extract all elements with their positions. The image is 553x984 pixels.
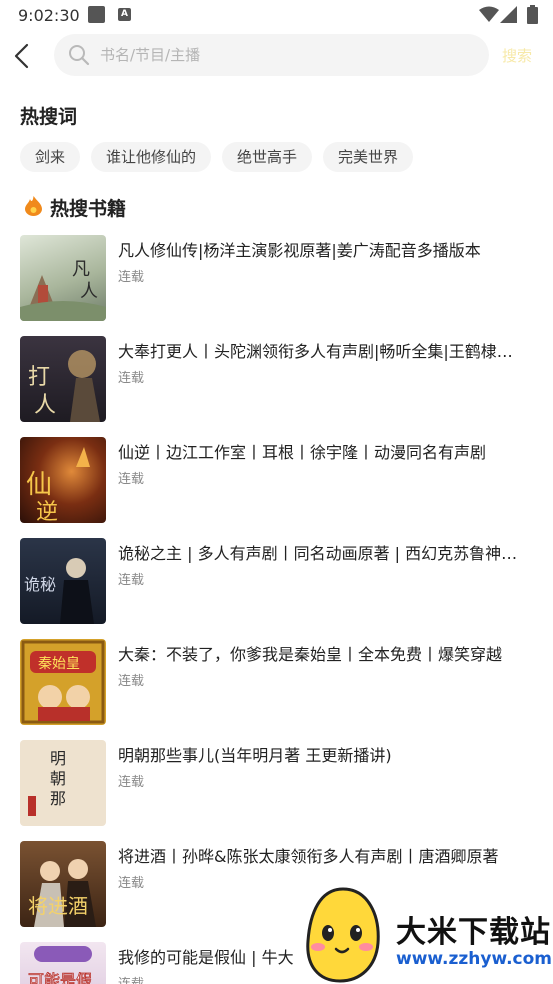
battery-icon [527, 5, 538, 24]
book-cover: 明 朝 那 [20, 740, 106, 826]
hot-word-tag[interactable]: 绝世高手 [222, 142, 313, 172]
hot-words-title: 热搜词 [20, 106, 78, 128]
book-item[interactable]: 诡秘 诡秘之主 | 多人有声剧丨同名动画原著 | 西幻克苏鲁神秘风格 连载 [0, 536, 553, 626]
book-item[interactable]: 仙 逆 仙逆丨边江工作室丨耳根丨徐宇隆丨动漫同名有声剧 连载 [0, 435, 553, 525]
book-title: 明朝那些事儿(当年明月著 王更新播讲) [118, 746, 392, 765]
svg-text:人: 人 [80, 281, 98, 302]
book-title: 仙逆丨边江工作室丨耳根丨徐宇隆丨动漫同名有声剧 [118, 443, 487, 462]
svg-text:那: 那 [50, 789, 66, 808]
hot-word-tag[interactable]: 谁让他修仙的 [91, 142, 212, 172]
book-cover: 秦始皇 [20, 639, 106, 725]
svg-text:朝: 朝 [50, 769, 66, 788]
svg-text:将进酒: 将进酒 [28, 894, 88, 918]
book-cover: 可能是假 [20, 942, 106, 984]
book-cover: 诡秘 [20, 538, 106, 624]
hot-words-tags: 剑来 谁让他修仙的 绝世高手 完美世界 [20, 142, 414, 172]
svg-text:可能是假: 可能是假 [28, 971, 92, 984]
svg-text:诡秘: 诡秘 [24, 575, 56, 594]
hot-books-title: 热搜书籍 [50, 198, 127, 220]
book-status: 连载 [118, 270, 145, 285]
book-title: 凡人修仙传|杨洋主演影视原著|姜广涛配音多播版本 [118, 241, 481, 260]
book-item[interactable]: 凡 人 凡人修仙传|杨洋主演影视原著|姜广涛配音多播版本 连载 [0, 233, 553, 323]
svg-text:逆: 逆 [36, 500, 58, 523]
svg-text:凡: 凡 [72, 259, 90, 280]
search-button[interactable]: 搜索 [502, 45, 532, 66]
book-item[interactable]: 秦始皇 大秦：不装了，你爹我是秦始皇丨全本免费丨爆笑穿越 连载 [0, 637, 553, 727]
svg-text:秦始皇: 秦始皇 [38, 656, 80, 672]
fire-icon [25, 196, 42, 216]
book-title: 诡秘之主 | 多人有声剧丨同名动画原著 | 西幻克苏鲁神秘风格 [118, 544, 528, 563]
hot-word-tag[interactable]: 剑来 [20, 142, 81, 172]
book-cover: 打 人 [20, 336, 106, 422]
search-input[interactable] [100, 34, 470, 76]
book-cover: 仙 逆 [20, 437, 106, 523]
book-status: 连载 [118, 775, 145, 790]
watermark-name: 大米下载站 [396, 915, 551, 950]
svg-text:仙: 仙 [26, 470, 52, 500]
svg-text:打: 打 [28, 365, 50, 390]
book-status: 连载 [118, 876, 145, 891]
svg-text:人: 人 [34, 393, 56, 418]
book-item[interactable]: 打 人 大奉打更人丨头陀渊领衔多人有声剧|畅听全集|王鹤棣主演剧集原著 连载 [0, 334, 553, 424]
back-button[interactable] [10, 42, 36, 70]
book-status: 连载 [118, 573, 145, 588]
book-status: 连载 [118, 472, 145, 487]
search-box[interactable] [54, 34, 489, 76]
watermark-url: www.zzhyw.com [396, 949, 553, 969]
status-bar: 9:02:30 A [0, 0, 553, 30]
status-time: 9:02:30 [18, 6, 80, 25]
book-status: 连载 [118, 973, 144, 984]
svg-text:明: 明 [50, 749, 66, 768]
square-notification-icon [88, 6, 105, 23]
signal-icon [500, 6, 517, 23]
book-status: 连载 [118, 674, 145, 689]
book-status: 连载 [118, 371, 145, 386]
rice-mascot-icon [306, 887, 380, 983]
book-title: 将进酒丨孙晔&陈张太康领衔多人有声剧丨唐酒卿原著 [118, 847, 499, 866]
watermark: 大米下载站 www.zzhyw.com [300, 885, 553, 984]
wifi-icon [479, 6, 499, 22]
book-title: 大秦：不装了，你爹我是秦始皇丨全本免费丨爆笑穿越 [118, 645, 503, 664]
search-icon [69, 45, 90, 66]
book-cover: 将进酒 [20, 841, 106, 927]
book-title: 大奉打更人丨头陀渊领衔多人有声剧|畅听全集|王鹤棣主演剧集原著 [118, 342, 528, 361]
book-item[interactable]: 明 朝 那 明朝那些事儿(当年明月著 王更新播讲) 连载 [0, 738, 553, 828]
book-cover: 凡 人 [20, 235, 106, 321]
a-notification-icon: A [118, 8, 131, 21]
hot-word-tag[interactable]: 完美世界 [323, 142, 414, 172]
